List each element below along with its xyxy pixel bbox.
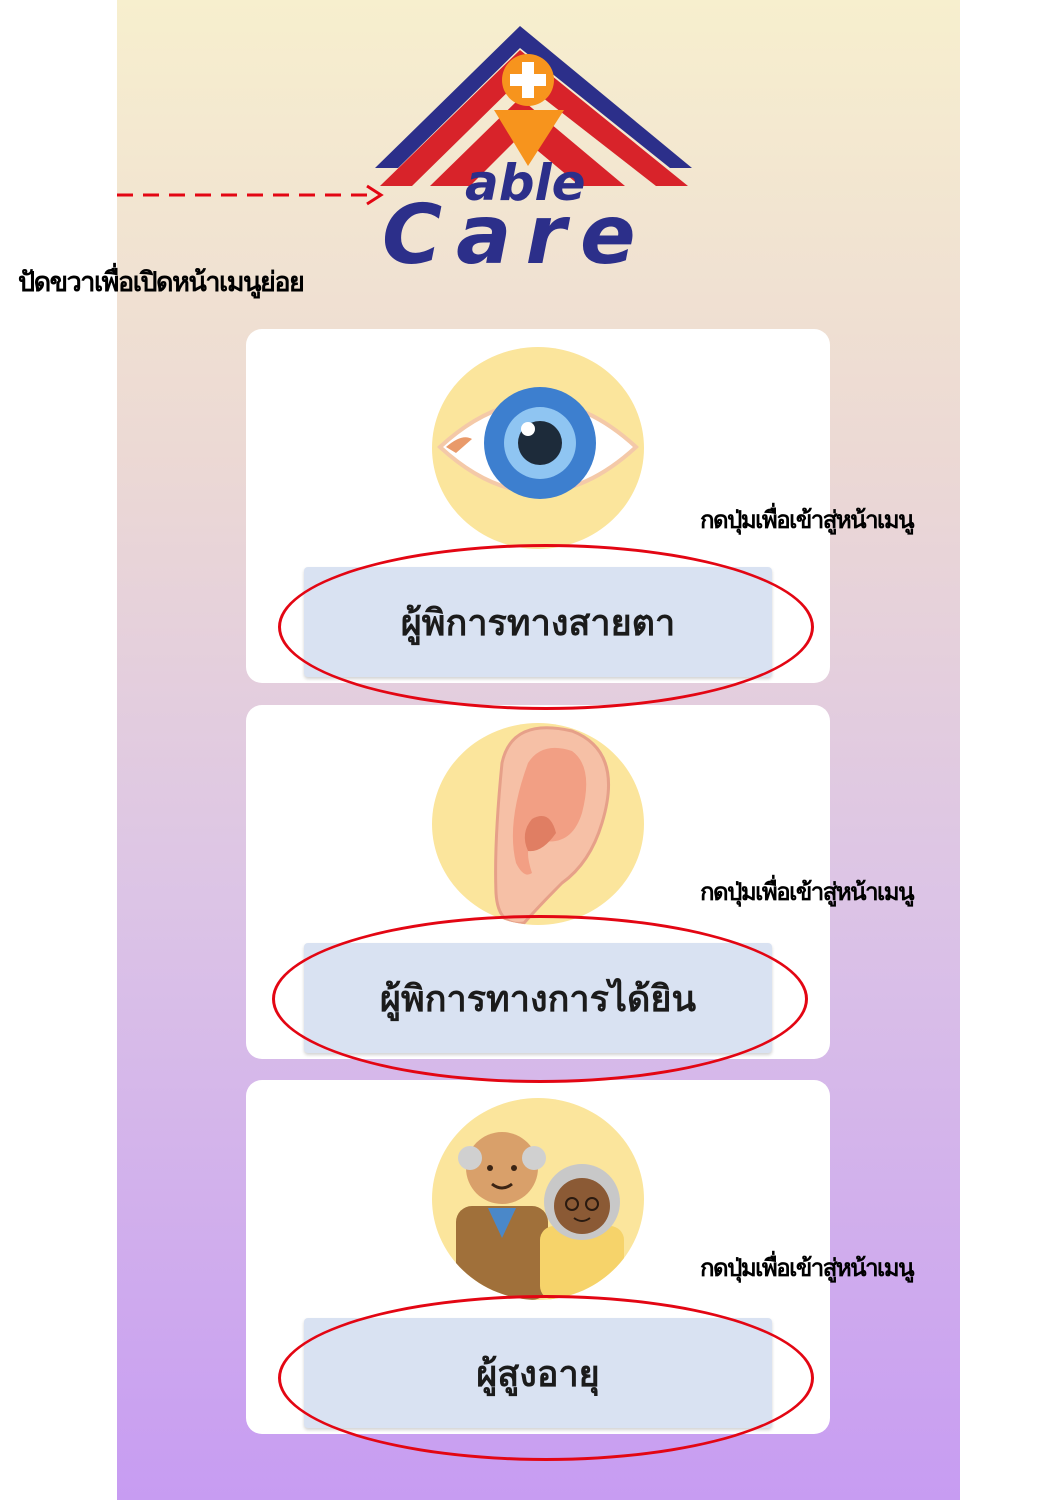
menu-button-elderly[interactable]: ผู้สูงอายุ: [304, 1318, 772, 1428]
eye-icon: [432, 347, 644, 549]
press-hint-label-visual: กดปุ่มเพื่อเข้าสู่หน้าเมนู: [700, 506, 914, 534]
press-hint-label-hearing: กดปุ่มเพื่อเข้าสู่หน้าเมนู: [700, 878, 914, 906]
screen: able Care ปัดขวาเพื่อเปิดหน้าเมนูย่อย ผู…: [0, 0, 1048, 1500]
press-hint-label-elderly: กดปุ่มเพื่อเข้าสู่หน้าเมนู: [700, 1254, 914, 1282]
swipe-arrow-icon: [117, 184, 384, 206]
menu-button-hearing-impaired[interactable]: ผู้พิการทางการได้ยิน: [304, 943, 772, 1053]
able-care-logo: able Care: [370, 18, 700, 283]
swipe-hint-label: ปัดขวาเพื่อเปิดหน้าเมนูย่อย: [18, 267, 305, 298]
logo-word-care: Care: [382, 188, 650, 278]
menu-button-visual-impaired[interactable]: ผู้พิการทางสายตา: [304, 567, 772, 677]
elderly-couple-icon: [432, 1098, 644, 1300]
ear-icon: [432, 723, 644, 925]
